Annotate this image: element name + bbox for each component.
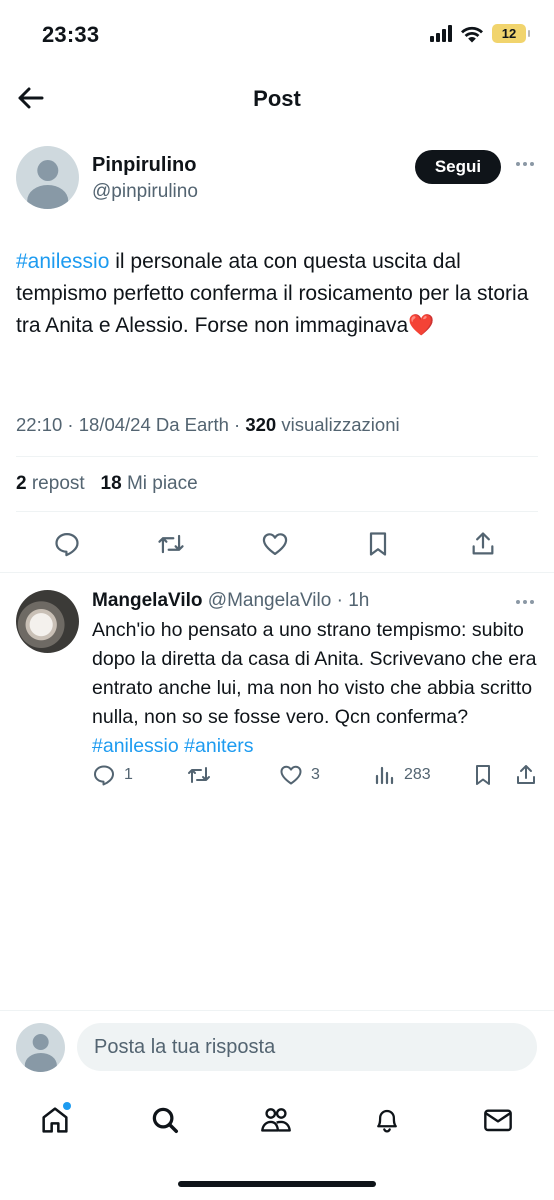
likes-label: Mi piace <box>126 473 198 494</box>
post-text: #anilessio il personale ata con questa u… <box>16 246 538 342</box>
like-button[interactable]: 3 <box>279 762 320 788</box>
share-button[interactable] <box>514 762 538 788</box>
divider <box>16 456 538 457</box>
hashtag-link[interactable]: #aniters <box>184 735 253 757</box>
status-time: 23:33 <box>42 22 100 47</box>
nav-notifications[interactable] <box>367 1100 407 1140</box>
author-handle[interactable]: @pinpirulino <box>92 181 198 203</box>
bottom-nav <box>0 1092 554 1144</box>
share-icon <box>472 532 494 555</box>
reply-time: 1h <box>348 590 370 611</box>
heart-emoji: ❤️ <box>408 314 435 337</box>
reposts-count: 2 <box>16 473 27 494</box>
nav-communities[interactable] <box>256 1100 296 1140</box>
views-label: visualizzazioni <box>276 414 400 435</box>
reply-compose-bar <box>0 1010 554 1082</box>
avatar[interactable] <box>16 590 79 653</box>
home-indicator <box>178 1181 376 1187</box>
bar-chart-icon <box>375 766 394 785</box>
repost-icon <box>188 767 210 783</box>
engagement-stats: 2 repost 18 Mi piace <box>16 473 198 495</box>
like-count: 3 <box>311 766 320 783</box>
battery-level: 12 <box>501 26 517 41</box>
reply-text-body: Anch'io ho pensato a uno strano tempismo… <box>92 619 537 728</box>
people-icon <box>261 1108 291 1132</box>
reply-text: Anch'io ho pensato a uno strano tempismo… <box>92 616 538 761</box>
repost-button[interactable] <box>186 762 212 788</box>
page-title: Post <box>253 86 301 111</box>
nav-messages[interactable] <box>478 1100 518 1140</box>
share-button[interactable] <box>466 527 500 561</box>
post-meta: 22:10 · 18/04/24 Da Earth · 320 visualiz… <box>16 414 400 436</box>
divider <box>0 572 554 573</box>
search-icon <box>152 1107 178 1133</box>
reply-count: 1 <box>124 766 133 783</box>
bookmark-icon <box>369 532 387 556</box>
reply-author-handle[interactable]: @MangelaVilo <box>208 590 332 611</box>
hashtag-link[interactable]: #anilessio <box>16 250 109 273</box>
post-timestamp: 22:10 · 18/04/24 Da Earth · <box>16 414 246 435</box>
post-author: Pinpirulino @pinpirulino <box>16 146 198 209</box>
post-actions <box>16 527 538 561</box>
header: Post <box>0 70 554 126</box>
bookmark-icon <box>476 765 490 785</box>
bookmark-button[interactable] <box>361 527 395 561</box>
cellular-signal-icon <box>430 25 452 42</box>
status-icons: 12 <box>430 24 530 43</box>
heart-icon <box>262 533 288 556</box>
reply-button[interactable] <box>50 527 84 561</box>
bookmark-button[interactable] <box>472 762 494 788</box>
heart-icon <box>280 765 302 785</box>
share-icon <box>517 765 535 784</box>
likes-stat[interactable]: 18 Mi piace <box>101 473 198 494</box>
avatar[interactable] <box>16 1023 65 1072</box>
notification-dot <box>63 1102 71 1110</box>
follow-button[interactable]: Segui <box>415 150 501 184</box>
reply-header: MangelaVilo @MangelaVilo · 1h <box>92 590 370 611</box>
more-options-icon[interactable] <box>512 154 538 174</box>
author-name[interactable]: Pinpirulino <box>92 154 196 177</box>
repost-icon <box>158 534 184 554</box>
wifi-icon <box>461 26 483 42</box>
reply-actions: 1 3 283 <box>92 762 538 788</box>
views-count: 283 <box>404 766 431 783</box>
nav-home[interactable] <box>35 1100 75 1140</box>
status-bar: 23:33 12 <box>0 0 554 70</box>
hashtag-link[interactable]: #anilessio <box>92 735 179 757</box>
envelope-icon <box>484 1109 512 1132</box>
reply-input[interactable] <box>77 1023 537 1071</box>
more-options-icon[interactable] <box>512 592 538 612</box>
speech-bubble-icon <box>94 765 114 786</box>
battery-icon: 12 <box>492 24 530 43</box>
like-button[interactable] <box>258 527 292 561</box>
likes-count: 18 <box>100 473 122 494</box>
nav-search[interactable] <box>145 1100 185 1140</box>
reposts-label: repost <box>31 473 85 494</box>
views-count: 320 <box>245 414 277 435</box>
speech-bubble-icon <box>55 532 79 557</box>
reply-author-name[interactable]: MangelaVilo <box>92 590 203 611</box>
avatar[interactable] <box>16 146 79 209</box>
divider <box>16 511 538 512</box>
reply-button[interactable]: 1 <box>92 762 133 788</box>
repost-button[interactable] <box>154 527 188 561</box>
bell-icon <box>377 1109 397 1133</box>
views-button[interactable]: 283 <box>374 762 431 788</box>
reposts-stat[interactable]: 2 repost <box>16 473 85 494</box>
